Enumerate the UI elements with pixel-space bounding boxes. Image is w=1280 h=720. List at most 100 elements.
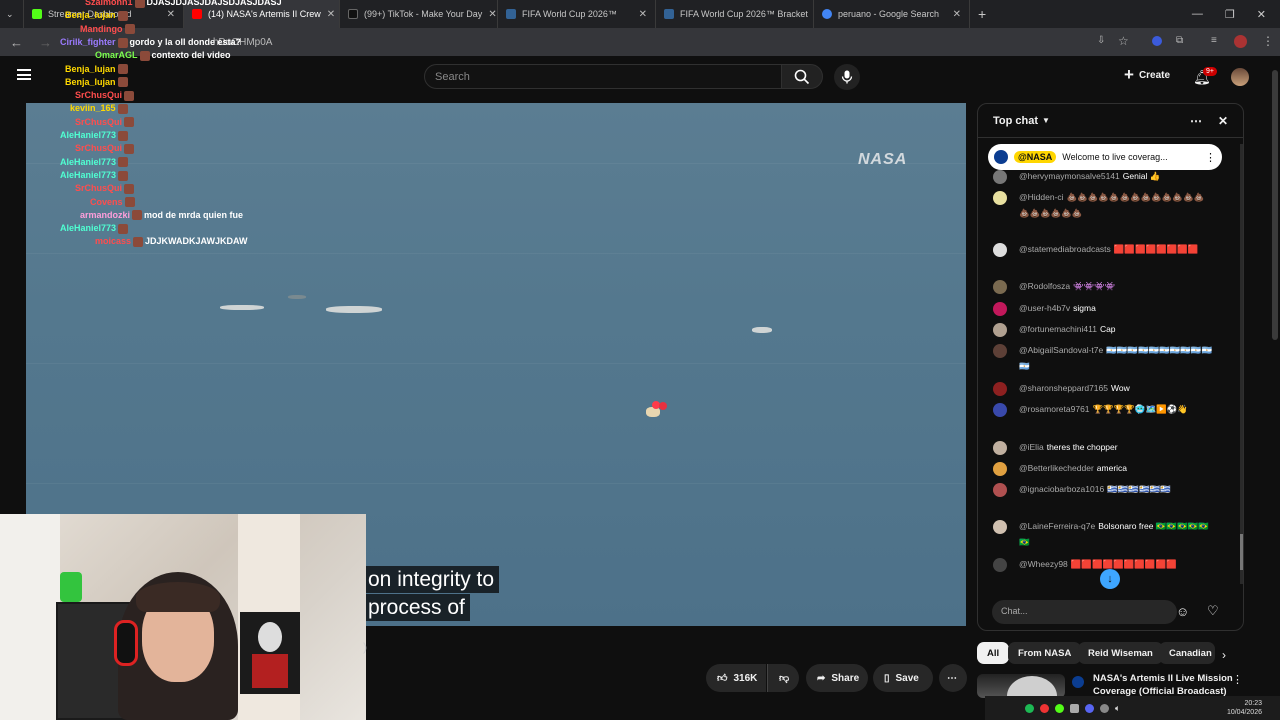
bookmark-star-icon[interactable]: ☆ <box>1118 34 1129 48</box>
recommended-title[interactable]: NASA's Artemis II Live Mission Coverage … <box>1093 672 1233 698</box>
channel-avatar[interactable] <box>1072 676 1084 688</box>
chat-message[interactable]: @LaineFerreira-q7e Bolsonaro free 🇧🇷🇧🇷🇧🇷🇧… <box>991 518 1213 550</box>
share-button[interactable]: ➦ Share <box>806 664 868 692</box>
chat-more-icon[interactable]: ⋯ <box>1190 114 1202 128</box>
scroll-down-icon[interactable]: ↓ <box>1100 569 1120 589</box>
chat-author[interactable]: @LaineFerreira-q7e <box>1019 521 1095 531</box>
chip-canadian[interactable]: Canadian <box>1159 642 1215 664</box>
chat-avatar[interactable] <box>993 191 1007 205</box>
spotify-icon[interactable] <box>1025 703 1034 713</box>
chat-message[interactable]: @fortunemachini411 Cap <box>991 321 1213 337</box>
close-window-icon[interactable]: ✕ <box>1257 8 1266 21</box>
chat-avatar[interactable] <box>993 280 1007 294</box>
dislike-button[interactable]: 👎︎ <box>767 664 799 692</box>
back-icon[interactable]: ← <box>10 35 23 50</box>
close-tab-icon[interactable]: ✕ <box>633 9 647 20</box>
close-tab-icon[interactable]: ✕ <box>482 9 496 20</box>
search-button[interactable] <box>781 64 823 89</box>
close-chat-icon[interactable]: ✕ <box>1218 114 1228 128</box>
chat-author[interactable]: @user-h4b7v <box>1019 303 1070 313</box>
chat-message[interactable]: @hervymaymonsalve5141 Genial 👍 <box>991 168 1213 184</box>
voice-search-button[interactable] <box>834 64 860 90</box>
chat-author[interactable]: @statemediabroadcasts <box>1019 244 1111 254</box>
like-button[interactable]: 👍︎ 316K <box>706 664 766 692</box>
chat-message[interactable]: @Wheezy98 🟥🟥🟥🟥🟥🟥🟥🟥🟥🟥 <box>991 556 1213 572</box>
tab-fifa-bracket[interactable]: FIFA World Cup 2026™ Bracket ✕ <box>656 0 814 28</box>
chip-reid-wiseman[interactable]: Reid Wiseman <box>1078 642 1163 664</box>
chat-avatar[interactable] <box>993 403 1007 417</box>
chat-author[interactable]: @rosamoreta9761 <box>1019 404 1090 414</box>
hamburger-menu-icon[interactable] <box>17 69 31 80</box>
tab-google-search[interactable]: peruano - Google Search ✕ <box>814 0 970 28</box>
chat-author[interactable]: @hervymaymonsalve5141 <box>1019 171 1120 181</box>
tab-fifa-world-cup[interactable]: FIFA World Cup 2026™ ✕ <box>498 0 656 28</box>
account-avatar[interactable] <box>1231 68 1249 86</box>
close-tab-icon[interactable]: ✕ <box>321 9 335 20</box>
clock[interactable]: 20:23 10/04/2026 <box>1227 699 1262 717</box>
chat-avatar[interactable] <box>993 520 1007 534</box>
chat-author[interactable]: @sharonsheppard7165 <box>1019 383 1108 393</box>
chat-message[interactable]: @iElia theres the chopper <box>991 439 1213 455</box>
discord-icon[interactable] <box>1085 703 1094 713</box>
chat-avatar[interactable] <box>993 558 1007 572</box>
chip-all[interactable]: All <box>977 642 1010 664</box>
puzzle-extensions-icon[interactable]: ⧉ <box>1176 35 1183 46</box>
tray-app-icon[interactable] <box>1100 703 1109 713</box>
tab-search-button[interactable]: ⌄ <box>0 0 24 28</box>
chat-avatar[interactable] <box>993 382 1007 396</box>
chevron-down-icon[interactable]: ▼ <box>1042 116 1050 125</box>
pinned-more-icon[interactable]: ⋮ <box>1205 151 1216 164</box>
create-button[interactable]: + Create <box>1124 66 1170 83</box>
chat-message[interactable]: @Hidden-ci 💩💩💩💩💩💩💩💩💩💩💩💩💩💩💩💩💩💩💩 <box>991 189 1213 221</box>
chips-next-icon[interactable]: › <box>1222 648 1226 662</box>
chat-input[interactable]: Chat... <box>992 600 1177 624</box>
chat-message[interactable]: @ignaciobarboza1016 🇺🇾🇺🇾🇺🇾🇺🇾🇺🇾🇺🇾 <box>991 481 1213 497</box>
recommended-more-icon[interactable]: ⋮ <box>1232 673 1243 686</box>
forward-icon[interactable]: → <box>39 35 52 50</box>
volume-icon[interactable]: 🔈︎ <box>1115 703 1120 714</box>
top-chat-selector[interactable]: Top chat <box>993 115 1038 127</box>
chat-author[interactable]: @Hidden-ci <box>1019 192 1064 202</box>
new-tab-button[interactable]: + <box>970 0 998 28</box>
chat-message[interactable]: @rosamoreta9761 🏆🏆🏆🏆🥶🗺️▶️⚽👋 <box>991 401 1213 417</box>
chip-from-nasa[interactable]: From NASA <box>1008 642 1082 664</box>
more-actions-button[interactable]: ⋯ <box>939 664 967 692</box>
chat-avatar[interactable] <box>993 483 1007 497</box>
chat-avatar[interactable] <box>993 441 1007 455</box>
extension-icon[interactable] <box>1152 36 1162 46</box>
emoji-icon[interactable]: ☺ <box>1176 604 1189 619</box>
browser-menu-icon[interactable]: ⋮ <box>1262 34 1274 48</box>
profile-avatar-icon[interactable] <box>1234 35 1247 48</box>
tray-app-icon[interactable] <box>1040 703 1049 713</box>
heart-icon[interactable]: ♡ <box>1207 603 1219 619</box>
minimize-icon[interactable]: — <box>1192 8 1203 21</box>
chat-author[interactable]: @fortunemachini411 <box>1019 324 1097 334</box>
tab-tiktok[interactable]: (99+) TikTok - Make Your Day ✕ <box>340 0 498 28</box>
media-controls-icon[interactable]: ≡ <box>1211 35 1217 46</box>
close-tab-icon[interactable]: ✕ <box>161 9 175 20</box>
chat-avatar[interactable] <box>993 302 1007 316</box>
chat-scrollbar[interactable] <box>1240 144 1243 584</box>
chat-avatar[interactable] <box>993 243 1007 257</box>
chat-author[interactable]: @Betterlikechedder <box>1019 463 1094 473</box>
chat-avatar[interactable] <box>993 170 1007 184</box>
search-input[interactable]: Search <box>424 64 782 89</box>
chat-author[interactable]: @Rodolfosza <box>1019 281 1070 291</box>
chat-message[interactable]: @sharonsheppard7165 Wow <box>991 380 1213 396</box>
chat-message[interactable]: @Betterlikechedder america <box>991 460 1213 476</box>
chat-avatar[interactable] <box>993 344 1007 358</box>
chat-message[interactable]: @AbigailSandoval-t7e 🇦🇷🇦🇷🇦🇷🇦🇷🇦🇷🇦🇷🇦🇷🇦🇷🇦🇷🇦🇷… <box>991 342 1213 374</box>
chat-message[interactable]: @user-h4b7v sigma <box>991 300 1213 316</box>
save-button[interactable]: ▯ Save <box>873 664 933 692</box>
tray-app-icon[interactable] <box>1055 703 1064 713</box>
chat-avatar[interactable] <box>993 323 1007 337</box>
tray-app-icon[interactable] <box>1070 703 1079 713</box>
chat-author[interactable]: @iElia <box>1019 442 1044 452</box>
recommended-thumbnail[interactable] <box>977 674 1065 698</box>
close-tab-icon[interactable]: ✕ <box>947 9 961 20</box>
chat-author[interactable]: @AbigailSandoval-t7e <box>1019 345 1103 355</box>
chat-message[interactable]: @Rodolfosza 👾👾👾👾 <box>991 278 1213 294</box>
chat-avatar[interactable] <box>993 462 1007 476</box>
install-icon[interactable]: ⇩ <box>1097 35 1105 46</box>
chat-author[interactable]: @Wheezy98 <box>1019 559 1068 569</box>
